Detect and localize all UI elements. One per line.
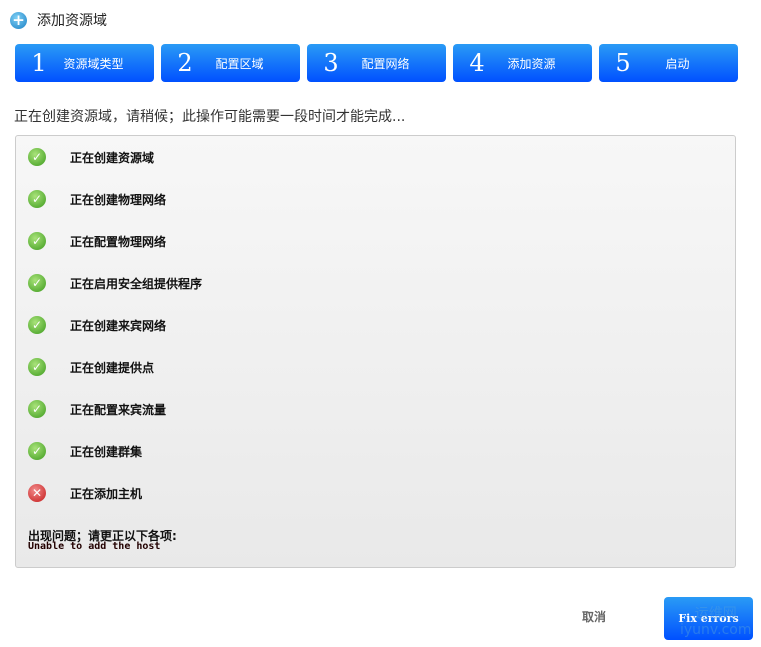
task-label: 正在配置来宾流量 bbox=[70, 402, 167, 417]
check-icon: ✓ bbox=[28, 274, 46, 292]
task-item: ✓ 正在配置物理网络 bbox=[28, 232, 166, 250]
task-label: 正在添加主机 bbox=[70, 486, 143, 501]
error-detail: Unable to add the host bbox=[28, 541, 161, 552]
task-label: 正在创建群集 bbox=[70, 444, 143, 459]
task-item: ✓ 正在创建物理网络 bbox=[28, 190, 166, 208]
task-panel: ✓ 正在创建资源域 ✓ 正在创建物理网络 ✓ 正在配置物理网络 ✓ 正在启用安全组提供程序 ✓ 正… bbox=[15, 135, 736, 568]
wizard-step-5[interactable]: 5 启动 bbox=[599, 44, 738, 82]
step-label: 添加资源 bbox=[507, 56, 556, 71]
cancel-button[interactable]: 取消 bbox=[582, 608, 606, 625]
step-number: 3 bbox=[323, 49, 339, 77]
step-label: 配置网络 bbox=[361, 56, 410, 71]
step-number: 4 bbox=[469, 49, 485, 77]
check-icon: ✓ bbox=[28, 358, 46, 376]
page-header: + 添加资源域 bbox=[10, 10, 107, 30]
task-label: 正在创建物理网络 bbox=[70, 192, 167, 207]
step-label: 配置区域 bbox=[215, 56, 264, 71]
task-item: ✓ 正在创建提供点 bbox=[28, 358, 154, 376]
check-icon: ✓ bbox=[28, 148, 46, 166]
wizard-step-3[interactable]: 3 配置网络 bbox=[307, 44, 446, 82]
check-icon: ✓ bbox=[28, 232, 46, 250]
task-label: 正在创建资源域 bbox=[70, 150, 155, 165]
check-icon: ✓ bbox=[28, 316, 46, 334]
step-number: 5 bbox=[615, 49, 631, 77]
task-item: ✓ 正在创建资源域 bbox=[28, 148, 154, 166]
task-item: ✓ 正在创建来宾网络 bbox=[28, 316, 166, 334]
check-icon: ✓ bbox=[28, 442, 46, 460]
task-item: ✓ 正在启用安全组提供程序 bbox=[28, 274, 202, 292]
task-label: 正在创建来宾网络 bbox=[70, 318, 167, 333]
wizard-step-4[interactable]: 4 添加资源 bbox=[453, 44, 592, 82]
add-circle-icon: + bbox=[10, 11, 27, 29]
task-label: 正在启用安全组提供程序 bbox=[70, 276, 203, 291]
step-number: 2 bbox=[177, 49, 193, 77]
watermark: 运维网 iyunv.com bbox=[680, 606, 752, 638]
check-icon: ✓ bbox=[28, 190, 46, 208]
step-label: 资源域类型 bbox=[63, 56, 124, 71]
task-label: 正在配置物理网络 bbox=[70, 234, 167, 249]
error-icon: ✕ bbox=[28, 484, 46, 502]
page-title: 添加资源域 bbox=[37, 13, 107, 29]
step-label: 启动 bbox=[665, 56, 690, 71]
progress-message: 正在创建资源域，请稍候；此操作可能需要一段时间才能完成... bbox=[14, 109, 406, 125]
task-item: ✓ 正在创建群集 bbox=[28, 442, 142, 460]
task-item: ✕ 正在添加主机 bbox=[28, 484, 142, 502]
task-item: ✓ 正在配置来宾流量 bbox=[28, 400, 166, 418]
task-label: 正在创建提供点 bbox=[70, 360, 155, 375]
wizard-step-1[interactable]: 1 资源域类型 bbox=[15, 44, 154, 82]
wizard-step-2[interactable]: 2 配置区域 bbox=[161, 44, 300, 82]
step-number: 1 bbox=[31, 49, 47, 77]
check-icon: ✓ bbox=[28, 400, 46, 418]
